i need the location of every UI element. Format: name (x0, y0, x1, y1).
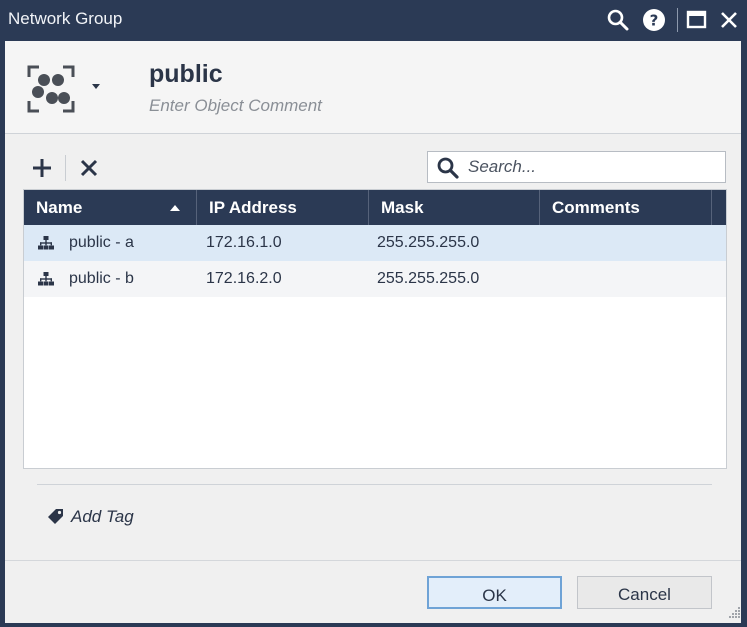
tag-icon[interactable] (47, 508, 65, 526)
header-divider (5, 133, 741, 134)
ok-button[interactable]: OK (427, 576, 562, 609)
column-comments-label: Comments (552, 198, 640, 217)
sort-ascending-icon (170, 205, 180, 211)
column-ip-label: IP Address (209, 198, 297, 217)
cell-ip: 172.16.2.0 (206, 270, 282, 287)
title-bar[interactable]: Network Group ? (0, 0, 747, 41)
search-box[interactable] (427, 151, 726, 183)
search-input[interactable] (468, 156, 718, 178)
network-group-icon[interactable] (27, 65, 75, 113)
tags-divider (37, 484, 712, 485)
column-name-label: Name (36, 198, 83, 217)
window-title: Network Group (8, 9, 123, 28)
object-name[interactable]: public (149, 60, 223, 89)
network-icon (38, 272, 54, 286)
dialog-button-bar: OK Cancel (5, 560, 741, 623)
column-mask-label: Mask (381, 198, 424, 217)
cancel-button[interactable]: Cancel (577, 576, 712, 609)
search-icon[interactable] (606, 8, 630, 32)
network-icon (38, 236, 54, 250)
magnifier-icon (436, 156, 460, 180)
close-icon[interactable] (717, 8, 741, 32)
object-header: public Enter Object Comment (5, 41, 741, 133)
resize-grip-icon[interactable] (727, 604, 741, 618)
column-header-comments[interactable]: Comments (540, 190, 712, 225)
column-header-ip[interactable]: IP Address (197, 190, 369, 225)
table-row[interactable]: public - b 172.16.2.0 255.255.255.0 (24, 261, 726, 297)
cell-mask: 255.255.255.0 (377, 234, 480, 251)
network-group-window: Network Group ? public Enter Object Comm… (0, 0, 747, 627)
cell-mask: 255.255.255.0 (377, 270, 480, 287)
chevron-down-icon[interactable] (92, 84, 100, 89)
column-header-name[interactable]: Name (24, 190, 197, 225)
column-header-mask[interactable]: Mask (369, 190, 540, 225)
cell-name: public - b (69, 270, 134, 287)
table-row[interactable]: public - a 172.16.1.0 255.255.255.0 (24, 225, 726, 261)
table-header: Name IP Address Mask Comments (24, 190, 726, 225)
maximize-icon[interactable] (685, 8, 709, 32)
toolbar-divider (65, 155, 66, 181)
titlebar-divider (677, 8, 678, 32)
svg-text:?: ? (650, 12, 659, 30)
plus-icon[interactable] (31, 157, 53, 179)
x-icon[interactable] (79, 158, 99, 178)
addresses-table: Name IP Address Mask Comments public - a (23, 189, 727, 469)
help-icon[interactable]: ? (642, 8, 666, 32)
add-tag-link[interactable]: Add Tag (71, 507, 134, 527)
dialog-content: public Enter Object Comment Name (5, 41, 741, 623)
cell-ip: 172.16.1.0 (206, 234, 282, 251)
cell-name: public - a (69, 234, 134, 251)
object-comment-field[interactable]: Enter Object Comment (149, 96, 322, 116)
